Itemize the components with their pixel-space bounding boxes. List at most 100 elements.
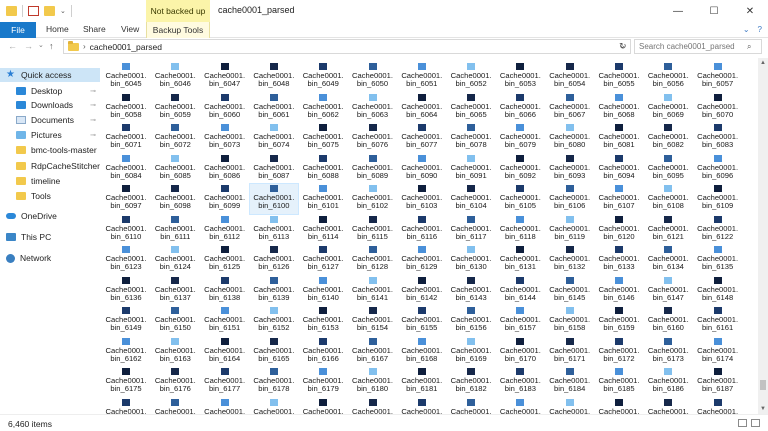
file-item[interactable]: Cache0001. bin_6108 bbox=[644, 184, 692, 214]
customize-toolbar-icon[interactable]: ⌄ bbox=[60, 7, 66, 15]
file-item[interactable]: Cache0001. bin_6174 bbox=[694, 337, 742, 367]
file-item[interactable]: Cache0001. bin_6138 bbox=[201, 276, 249, 306]
file-item[interactable]: Cache0001. bin_6140 bbox=[299, 276, 347, 306]
file-item[interactable]: Cache0001. bin_6199 bbox=[644, 398, 692, 414]
sidebar-item-bmc-tools-master[interactable]: bmc-tools-master bbox=[0, 143, 100, 157]
file-item[interactable]: Cache0001. bin_6198 bbox=[595, 398, 643, 414]
file-item[interactable]: Cache0001. bin_6180 bbox=[349, 367, 397, 397]
search-box[interactable]: ⌕ bbox=[634, 39, 762, 54]
file-item[interactable]: Cache0001. bin_6135 bbox=[694, 245, 742, 275]
file-item[interactable]: Cache0001. bin_6151 bbox=[201, 306, 249, 336]
file-item[interactable]: Cache0001. bin_6160 bbox=[644, 306, 692, 336]
file-item[interactable]: Cache0001. bin_6047 bbox=[201, 62, 249, 92]
file-item[interactable]: Cache0001. bin_6092 bbox=[496, 154, 544, 184]
details-view-icon[interactable] bbox=[738, 419, 747, 427]
sidebar-item-onedrive[interactable]: OneDrive bbox=[0, 209, 100, 223]
file-item[interactable]: Cache0001. bin_6094 bbox=[595, 154, 643, 184]
file-item[interactable]: Cache0001. bin_6131 bbox=[496, 245, 544, 275]
close-button[interactable]: ✕ bbox=[732, 0, 768, 22]
file-item[interactable]: Cache0001. bin_6048 bbox=[250, 62, 298, 92]
file-item[interactable]: Cache0001. bin_6102 bbox=[349, 184, 397, 214]
file-item[interactable]: Cache0001. bin_6200 bbox=[694, 398, 742, 414]
new-folder-icon[interactable] bbox=[44, 6, 55, 16]
file-item[interactable]: Cache0001. bin_6189 bbox=[151, 398, 199, 414]
sidebar-item-pictures[interactable]: Pictures ⊸ bbox=[0, 128, 100, 142]
file-item[interactable]: Cache0001. bin_6063 bbox=[349, 93, 397, 123]
tab-home[interactable]: Home bbox=[46, 24, 69, 34]
file-item[interactable]: Cache0001. bin_6071 bbox=[102, 123, 150, 153]
file-item[interactable]: Cache0001. bin_6144 bbox=[496, 276, 544, 306]
file-item[interactable]: Cache0001. bin_6127 bbox=[299, 245, 347, 275]
file-item[interactable]: Cache0001. bin_6178 bbox=[250, 367, 298, 397]
up-button[interactable]: ↑ bbox=[49, 41, 54, 51]
file-item[interactable]: Cache0001. bin_6142 bbox=[398, 276, 446, 306]
file-item[interactable]: Cache0001. bin_6073 bbox=[201, 123, 249, 153]
file-item[interactable]: Cache0001. bin_6079 bbox=[496, 123, 544, 153]
file-item[interactable]: Cache0001. bin_6128 bbox=[349, 245, 397, 275]
sidebar-item-desktop[interactable]: Desktop ⊸ bbox=[0, 84, 100, 98]
file-item[interactable]: Cache0001. bin_6139 bbox=[250, 276, 298, 306]
file-item[interactable]: Cache0001. bin_6161 bbox=[694, 306, 742, 336]
file-item[interactable]: Cache0001. bin_6157 bbox=[496, 306, 544, 336]
file-item[interactable]: Cache0001. bin_6087 bbox=[250, 154, 298, 184]
file-item[interactable]: Cache0001. bin_6057 bbox=[694, 62, 742, 92]
recent-locations-icon[interactable]: ⌄ bbox=[38, 41, 44, 49]
file-item[interactable]: Cache0001. bin_6069 bbox=[644, 93, 692, 123]
file-item[interactable]: Cache0001. bin_6195 bbox=[447, 398, 495, 414]
file-item[interactable]: Cache0001. bin_6183 bbox=[496, 367, 544, 397]
file-item[interactable]: Cache0001. bin_6123 bbox=[102, 245, 150, 275]
file-item[interactable]: Cache0001. bin_6084 bbox=[102, 154, 150, 184]
file-item[interactable]: Cache0001. bin_6162 bbox=[102, 337, 150, 367]
file-item[interactable]: Cache0001. bin_6119 bbox=[546, 215, 594, 245]
file-item[interactable]: Cache0001. bin_6112 bbox=[201, 215, 249, 245]
file-item[interactable]: Cache0001. bin_6078 bbox=[447, 123, 495, 153]
expand-ribbon-icon[interactable]: ⌄ bbox=[743, 25, 750, 34]
file-item[interactable]: Cache0001. bin_6159 bbox=[595, 306, 643, 336]
search-input[interactable] bbox=[639, 42, 747, 51]
file-item[interactable]: Cache0001. bin_6175 bbox=[102, 367, 150, 397]
sidebar-item-tools[interactable]: Tools bbox=[0, 189, 100, 203]
file-item[interactable]: Cache0001. bin_6077 bbox=[398, 123, 446, 153]
file-item[interactable]: Cache0001. bin_6124 bbox=[151, 245, 199, 275]
file-item[interactable]: Cache0001. bin_6100 bbox=[248, 183, 299, 215]
tab-file[interactable]: File bbox=[0, 22, 36, 38]
file-item[interactable]: Cache0001. bin_6085 bbox=[151, 154, 199, 184]
file-item[interactable]: Cache0001. bin_6116 bbox=[398, 215, 446, 245]
scrollbar-thumb[interactable] bbox=[760, 380, 766, 390]
file-item[interactable]: Cache0001. bin_6197 bbox=[546, 398, 594, 414]
file-item[interactable]: Cache0001. bin_6185 bbox=[595, 367, 643, 397]
file-item[interactable]: Cache0001. bin_6068 bbox=[595, 93, 643, 123]
file-item[interactable]: Cache0001. bin_6080 bbox=[546, 123, 594, 153]
file-item[interactable]: Cache0001. bin_6099 bbox=[201, 184, 249, 214]
file-item[interactable]: Cache0001. bin_6148 bbox=[694, 276, 742, 306]
file-item[interactable]: Cache0001. bin_6055 bbox=[595, 62, 643, 92]
file-item[interactable]: Cache0001. bin_6166 bbox=[299, 337, 347, 367]
file-item[interactable]: Cache0001. bin_6107 bbox=[595, 184, 643, 214]
file-item[interactable]: Cache0001. bin_6062 bbox=[299, 93, 347, 123]
file-item[interactable]: Cache0001. bin_6188 bbox=[102, 398, 150, 414]
file-item[interactable]: Cache0001. bin_6196 bbox=[496, 398, 544, 414]
file-item[interactable]: Cache0001. bin_6096 bbox=[694, 154, 742, 184]
file-item[interactable]: Cache0001. bin_6120 bbox=[595, 215, 643, 245]
file-item[interactable]: Cache0001. bin_6050 bbox=[349, 62, 397, 92]
file-item[interactable]: Cache0001. bin_6171 bbox=[546, 337, 594, 367]
file-item[interactable]: Cache0001. bin_6074 bbox=[250, 123, 298, 153]
file-item[interactable]: Cache0001. bin_6146 bbox=[595, 276, 643, 306]
file-item[interactable]: Cache0001. bin_6184 bbox=[546, 367, 594, 397]
sidebar-item-quick-access[interactable]: ★ Quick access bbox=[0, 68, 100, 82]
sidebar-item-documents[interactable]: Documents ⊸ bbox=[0, 113, 100, 127]
file-item[interactable]: Cache0001. bin_6191 bbox=[250, 398, 298, 414]
file-item[interactable]: Cache0001. bin_6193 bbox=[349, 398, 397, 414]
maximize-button[interactable]: ☐ bbox=[696, 0, 732, 22]
refresh-button[interactable]: ↻ bbox=[619, 41, 627, 52]
file-item[interactable]: Cache0001. bin_6129 bbox=[398, 245, 446, 275]
minimize-button[interactable]: — bbox=[660, 0, 696, 22]
file-item[interactable]: Cache0001. bin_6053 bbox=[496, 62, 544, 92]
file-item[interactable]: Cache0001. bin_6168 bbox=[398, 337, 446, 367]
tab-view[interactable]: View bbox=[121, 24, 139, 34]
file-item[interactable]: Cache0001. bin_6066 bbox=[496, 93, 544, 123]
file-item[interactable]: Cache0001. bin_6075 bbox=[299, 123, 347, 153]
file-item[interactable]: Cache0001. bin_6177 bbox=[201, 367, 249, 397]
file-item[interactable]: Cache0001. bin_6082 bbox=[644, 123, 692, 153]
file-item[interactable]: Cache0001. bin_6163 bbox=[151, 337, 199, 367]
